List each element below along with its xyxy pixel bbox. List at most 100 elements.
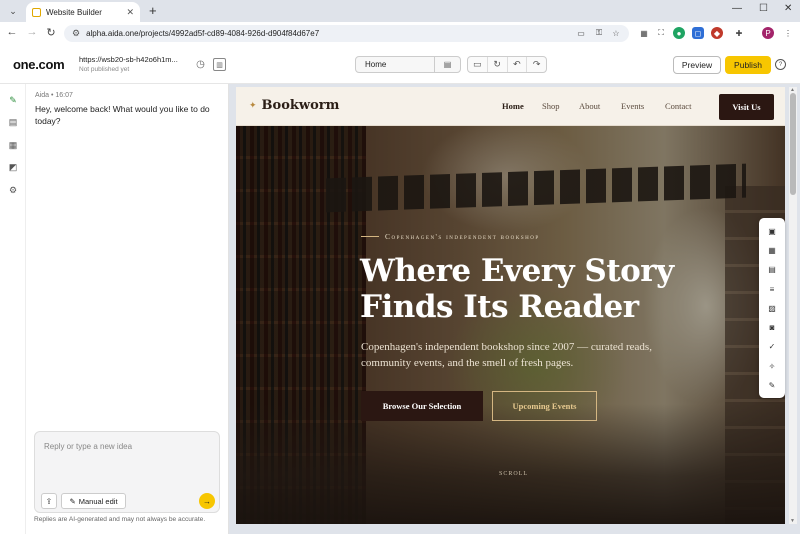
message-time: 16:07	[55, 92, 73, 99]
hero-dark-overlay	[236, 126, 785, 524]
redo-icon[interactable]: ↷	[527, 57, 546, 72]
site-brand[interactable]: ✦ Bookworm	[249, 98, 339, 113]
ai-sparkle-icon[interactable]: ✧	[767, 361, 777, 371]
chat-edit-icon[interactable]: ✎	[7, 94, 19, 106]
url-bar[interactable]: ⚙ alpha.aida.one/projects/4992ad5f-cd89-…	[64, 25, 629, 42]
publish-button[interactable]: Publish	[725, 56, 771, 74]
assistant-message: Hey, welcome back! What would you like t…	[35, 104, 210, 126]
cast-icon[interactable]: ▭	[575, 27, 587, 39]
extension-green-icon[interactable]: ●	[673, 27, 685, 39]
screenshot-icon[interactable]: ⛶	[655, 27, 667, 39]
builder-toolbar: one.com https://wsb20-sb-h42o6h1m... Not…	[0, 45, 800, 84]
upload-icon[interactable]: ⇪	[41, 493, 57, 509]
minimize-icon[interactable]: —	[732, 3, 742, 14]
eyebrow-rule	[361, 236, 379, 237]
desktop-view-icon[interactable]: ▭	[468, 57, 488, 72]
favicon-icon	[32, 7, 41, 17]
manual-edit-button[interactable]: ✎ Manual edit	[61, 493, 126, 509]
nav-contact[interactable]: Contact	[665, 101, 691, 111]
chat-input-placeholder[interactable]: Reply or type a new idea	[44, 442, 132, 451]
chat-input-box[interactable]: Reply or type a new idea ⇪ ✎ Manual edit…	[34, 431, 220, 513]
site-info: https://wsb20-sb-h42o6h1m... Not publish…	[79, 55, 178, 73]
headline-line-1: Where Every Story	[360, 253, 674, 289]
layout-icon[interactable]: ▣	[767, 226, 777, 236]
back-icon[interactable]: ←	[5, 26, 19, 38]
contact-card-icon[interactable]: ◙	[767, 322, 777, 332]
hero-eyebrow: Copenhagen's independent bookshop	[361, 232, 540, 241]
section-tools-panel: ▣ ▦ ▤ ≡ ▨ ◙ ✓ ✧ ✎	[759, 218, 785, 398]
store-icon[interactable]: ▤	[7, 116, 19, 128]
extension-red-icon[interactable]: ◆	[711, 27, 723, 39]
message-meta: Aida • 16:07	[35, 92, 73, 99]
site-header: ✦ Bookworm Home Shop About Events Contac…	[236, 87, 785, 126]
profile-avatar[interactable]: P	[762, 27, 774, 39]
page-settings-icon[interactable]: ▤	[434, 57, 460, 72]
settings-gear-icon[interactable]: ⚙	[7, 184, 19, 196]
nav-about[interactable]: About	[579, 101, 600, 111]
nav-home[interactable]: Home	[502, 101, 524, 111]
brand-logo[interactable]: one.com	[13, 57, 65, 72]
maximize-icon[interactable]: ☐	[759, 3, 768, 14]
gallery-icon[interactable]: ▨	[767, 303, 777, 313]
refresh-preview-icon[interactable]: ↻	[488, 57, 508, 72]
preview-button[interactable]: Preview	[673, 56, 721, 74]
nav-events[interactable]: Events	[621, 101, 644, 111]
page-selector[interactable]: Home ▤	[355, 56, 461, 73]
analytics-icon[interactable]: ◩	[7, 161, 19, 173]
check-circle-icon[interactable]: ✓	[767, 341, 777, 351]
left-icon-rail: ✎ ▤ ▦ ◩ ⚙	[0, 84, 26, 534]
sender-name: Aida	[35, 92, 50, 99]
site-url[interactable]: https://wsb20-sb-h42o6h1m...	[79, 55, 178, 64]
undo-icon[interactable]: ↶	[508, 57, 528, 72]
browser-tab-bar: ⌄ Website Builder ✕ + — ☐ ✕	[0, 0, 800, 22]
browser-menu-icon[interactable]: ⋮	[782, 27, 794, 39]
browser-tab[interactable]: Website Builder ✕	[26, 2, 140, 22]
extension-blue-icon[interactable]: ◻	[692, 27, 704, 39]
site-info-icon[interactable]: ⚙	[72, 28, 80, 39]
browse-selection-button[interactable]: Browse Our Selection	[361, 391, 483, 421]
upcoming-events-button[interactable]: Upcoming Events	[492, 391, 597, 421]
tab-close-icon[interactable]: ✕	[126, 7, 134, 18]
text-block-icon[interactable]: ≡	[767, 284, 777, 294]
storefront-icon[interactable]: ▤	[767, 264, 777, 274]
page-selector-label: Home	[365, 60, 387, 69]
url-text: alpha.aida.one/projects/4992ad5f-cd89-40…	[86, 29, 320, 38]
forward-icon[interactable]: →	[25, 26, 39, 38]
send-arrow-icon[interactable]: →	[199, 493, 215, 509]
password-key-icon[interactable]: ⚿	[593, 27, 605, 39]
device-and-undo-group: ▭ ↻ ↶ ↷	[467, 56, 547, 73]
layout-toggle-icon[interactable]: ▥	[213, 58, 226, 71]
sparkle-icon: ✦	[249, 100, 257, 111]
publish-status: Not published yet	[79, 66, 130, 73]
window-close-icon[interactable]: ✕	[784, 3, 792, 14]
headline-line-2: Finds Its Reader	[360, 289, 639, 325]
scroll-down-icon[interactable]: ▼	[790, 518, 795, 524]
scrollbar-thumb[interactable]	[790, 93, 796, 195]
calendar-icon[interactable]: ▦	[7, 139, 19, 151]
history-icon[interactable]: ◷	[194, 58, 207, 71]
bookmark-star-icon[interactable]: ☆	[610, 27, 622, 39]
browser-address-bar: ← → ↻ ⚙ alpha.aida.one/projects/4992ad5f…	[0, 22, 800, 45]
briefcase-icon[interactable]: ▦	[767, 245, 777, 255]
new-tab-button[interactable]: +	[149, 3, 157, 18]
help-icon[interactable]: ?	[775, 59, 786, 70]
preview-scrollbar[interactable]: ▲ ▼	[789, 87, 797, 524]
hero-subtext: Copenhagen's independent bookshop since …	[361, 341, 652, 369]
site-brand-name: Bookworm	[261, 98, 340, 113]
tab-search-icon[interactable]: ⌄	[5, 3, 21, 19]
edit-pencil-icon[interactable]: ✎	[767, 380, 777, 390]
eyebrow-text: Copenhagen's independent bookshop	[385, 232, 540, 241]
tab-title: Website Builder	[46, 7, 102, 17]
ai-chat-panel: Aida • 16:07 Hey, welcome back! What wou…	[26, 84, 229, 534]
nav-shop[interactable]: Shop	[542, 101, 559, 111]
ai-disclaimer: Replies are AI-generated and may not alw…	[34, 516, 206, 523]
extension-grid-icon[interactable]: ▦	[638, 27, 650, 39]
pencil-icon: ✎	[69, 496, 76, 506]
hero-section: Copenhagen's independent bookshop Where …	[236, 126, 785, 524]
scroll-indicator[interactable]: SCROLL	[499, 471, 528, 477]
extensions-puzzle-icon[interactable]: ✚	[733, 27, 745, 39]
reload-icon[interactable]: ↻	[44, 26, 58, 39]
website-preview: ✦ Bookworm Home Shop About Events Contac…	[236, 87, 785, 524]
visit-us-button[interactable]: Visit Us	[719, 94, 774, 120]
hero-headline: Where Every Story Finds Its Reader	[360, 253, 690, 325]
